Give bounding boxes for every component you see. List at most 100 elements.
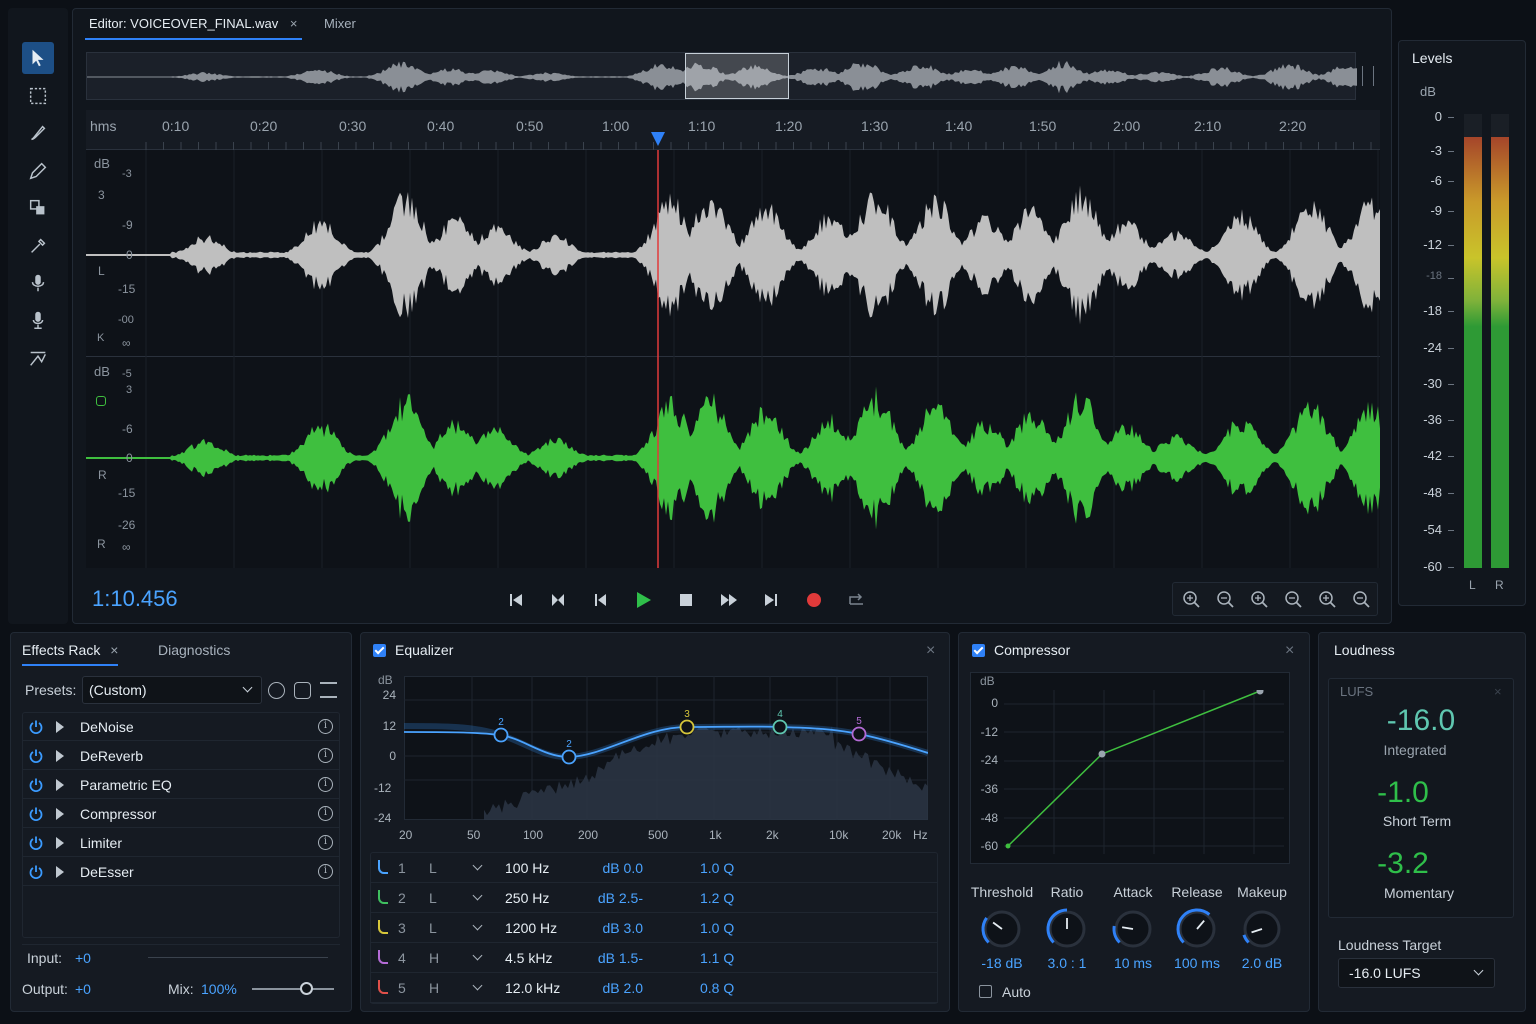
equalizer-enable-checkbox[interactable]	[373, 644, 386, 657]
band-type[interactable]: H	[429, 980, 439, 996]
microphone-icon[interactable]	[22, 267, 54, 299]
loudness-collapse-icon[interactable]: ×	[1494, 684, 1502, 699]
tab-mixer[interactable]: Mixer	[320, 8, 360, 40]
zoom-in-time-icon[interactable]	[1248, 588, 1270, 610]
clone-stamp-icon[interactable]	[22, 192, 54, 224]
power-icon[interactable]	[28, 864, 44, 880]
loudness-target-dropdown[interactable]: -16.0 LUFS	[1338, 958, 1495, 988]
expand-arrow-icon[interactable]	[56, 866, 64, 878]
play-button[interactable]	[631, 588, 655, 612]
band-type[interactable]: L	[429, 920, 437, 936]
eq-node[interactable]	[561, 749, 577, 765]
zoom-out-icon[interactable]	[1350, 588, 1372, 610]
info-icon[interactable]: i	[318, 806, 333, 821]
band-gain[interactable]: -2.5 dB	[598, 890, 643, 906]
band-gain[interactable]: 2.0 dB	[598, 980, 643, 996]
band-type[interactable]: L	[429, 890, 437, 906]
eq-node[interactable]	[493, 727, 509, 743]
band-frequency[interactable]: 12.0 kHz	[505, 980, 560, 996]
power-icon[interactable]	[28, 748, 44, 764]
expand-arrow-icon[interactable]	[56, 750, 64, 762]
go-to-start-button[interactable]	[504, 588, 528, 612]
knob[interactable]	[1175, 907, 1219, 951]
loop-button[interactable]	[845, 588, 869, 612]
eq-node[interactable]	[772, 719, 788, 735]
stop-button[interactable]	[674, 588, 698, 612]
preset-load-icon[interactable]	[294, 682, 311, 699]
preset-save-icon[interactable]	[268, 682, 285, 699]
band-gain[interactable]: 3.0 dB	[598, 920, 643, 936]
pencil-icon[interactable]	[22, 155, 54, 187]
go-to-end-button[interactable]	[759, 588, 783, 612]
band-frequency[interactable]: 4.5 kHz	[505, 950, 552, 966]
eq-band-row[interactable]: 4 H 4.5 kHz -1.5 dB 1.1 Q	[370, 943, 938, 973]
marquee-select-icon[interactable]	[22, 80, 54, 112]
mix-slider-handle[interactable]	[300, 982, 313, 995]
microphone-alt-icon[interactable]	[22, 304, 54, 336]
zoom-out-time-icon[interactable]	[1282, 588, 1304, 610]
info-icon[interactable]: i	[318, 777, 333, 792]
mix-value[interactable]: 100%	[201, 981, 237, 997]
tab-diagnostics[interactable]: Diagnostics	[158, 642, 230, 658]
expand-arrow-icon[interactable]	[56, 721, 64, 733]
knob[interactable]	[1045, 907, 1089, 951]
rack-item[interactable]: Parametric EQ i	[22, 771, 340, 799]
tab-editor[interactable]: Editor: VOICEOVER_FINAL.wav ×	[85, 8, 302, 40]
band-type-chevron-icon[interactable]	[472, 980, 483, 991]
band-q[interactable]: 0.8 Q	[700, 980, 734, 996]
knob[interactable]	[1240, 907, 1284, 951]
eq-band-row[interactable]: 5 H 12.0 kHz 2.0 dB 0.8 Q	[370, 973, 938, 1003]
knob[interactable]	[980, 907, 1024, 951]
eq-node[interactable]	[679, 719, 695, 735]
zoom-in-icon[interactable]	[1316, 588, 1338, 610]
band-frequency[interactable]: 100 Hz	[505, 860, 549, 876]
band-type-chevron-icon[interactable]	[472, 950, 483, 961]
expand-arrow-icon[interactable]	[56, 779, 64, 791]
band-type[interactable]: L	[429, 860, 437, 876]
rack-item[interactable]: DeEsser i	[22, 858, 340, 886]
zoom-out-amplitude-icon[interactable]	[1214, 588, 1236, 610]
info-icon[interactable]: i	[318, 719, 333, 734]
band-q[interactable]: 1.1 Q	[700, 950, 734, 966]
envelope-icon[interactable]	[22, 342, 54, 374]
band-gain[interactable]: -1.5 dB	[598, 950, 643, 966]
rack-item[interactable]: DeNoise i	[22, 713, 340, 741]
presets-dropdown[interactable]: (Custom)	[82, 676, 262, 704]
power-icon[interactable]	[28, 806, 44, 822]
knob-value[interactable]: 2.0 dB	[1222, 955, 1302, 971]
channel-r-link-icon[interactable]	[96, 396, 106, 406]
band-type-chevron-icon[interactable]	[472, 890, 483, 901]
rack-item[interactable]: DeReverb i	[22, 742, 340, 770]
power-icon[interactable]	[28, 777, 44, 793]
info-icon[interactable]: i	[318, 864, 333, 879]
band-q[interactable]: 1.0 Q	[700, 920, 734, 936]
expand-arrow-icon[interactable]	[56, 837, 64, 849]
band-q[interactable]: 1.2 Q	[700, 890, 734, 906]
fast-forward-button[interactable]	[717, 588, 741, 612]
knob[interactable]	[1111, 907, 1155, 951]
rack-item[interactable]: Limiter i	[22, 829, 340, 857]
band-q[interactable]: 1.0 Q	[700, 860, 734, 876]
power-icon[interactable]	[28, 719, 44, 735]
mix-slider-track[interactable]	[252, 988, 334, 990]
brush-icon[interactable]	[22, 117, 54, 149]
eq-band-row[interactable]: 1 L 100 Hz 0.0 dB 1.0 Q	[370, 853, 938, 883]
eq-node[interactable]	[851, 726, 867, 742]
previous-marker-button[interactable]	[546, 588, 570, 612]
overview-viewport[interactable]	[685, 53, 789, 99]
eq-band-row[interactable]: 2 L 250 Hz -2.5 dB 1.2 Q	[370, 883, 938, 913]
expand-arrow-icon[interactable]	[56, 808, 64, 820]
band-type[interactable]: H	[429, 950, 439, 966]
rewind-button[interactable]	[588, 588, 612, 612]
effects-rack-close-icon[interactable]: ×	[110, 642, 118, 658]
compressor-enable-checkbox[interactable]	[972, 644, 985, 657]
equalizer-close-icon[interactable]: ×	[926, 642, 935, 660]
auto-checkbox[interactable]	[979, 985, 992, 998]
info-icon[interactable]: i	[318, 835, 333, 850]
record-button[interactable]	[802, 588, 826, 612]
band-type-chevron-icon[interactable]	[472, 920, 483, 931]
band-frequency[interactable]: 1200 Hz	[505, 920, 557, 936]
power-icon[interactable]	[28, 835, 44, 851]
band-gain[interactable]: 0.0 dB	[598, 860, 643, 876]
input-slider-track[interactable]	[148, 957, 328, 958]
